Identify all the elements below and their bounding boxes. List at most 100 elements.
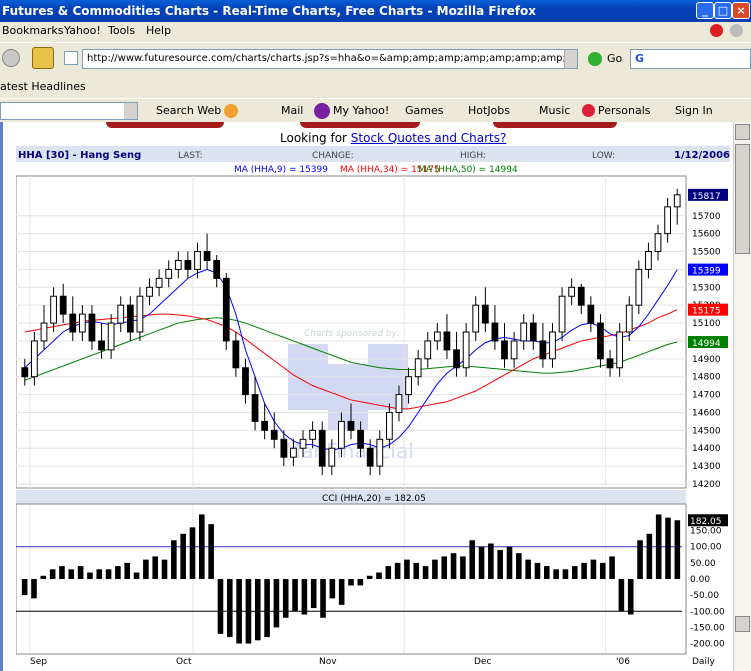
url-input[interactable]: http://www.futuresource.com/charts/chart… (82, 49, 578, 69)
date-axis-label: '06 (616, 657, 630, 666)
yahoo-my-yahoo[interactable]: My Yahoo! (333, 104, 389, 117)
candle-body (510, 340, 518, 360)
candle-body (270, 429, 278, 440)
go-button[interactable]: Go (607, 52, 622, 65)
price-tick-label: 15300 (692, 283, 721, 293)
cci-bar (404, 559, 410, 579)
candle-body (366, 447, 374, 467)
cci-bar (87, 572, 93, 579)
candle-body (597, 322, 604, 360)
candle-body (155, 277, 163, 288)
url-dropdown-chevron-down-icon[interactable] (564, 50, 577, 68)
cci-bar (516, 553, 522, 579)
stop-icon[interactable] (2, 49, 20, 67)
cci-bar (478, 546, 485, 579)
looking-for-label: Looking for (280, 131, 351, 145)
candle-body (299, 438, 307, 449)
cci-bar (637, 540, 643, 579)
nav-tab-shape (300, 122, 420, 128)
nav-tab-shape (493, 122, 617, 128)
yahoo-toolbar: Search Web Mail My Yahoo! Games HotJobs … (0, 98, 751, 122)
candle-body (539, 340, 547, 360)
vertical-scrollbar[interactable] (733, 122, 751, 671)
ma9-badge-text: 15399 (692, 267, 721, 277)
cci-bar (357, 579, 364, 586)
candle-body (174, 259, 182, 270)
cci-bar (59, 566, 65, 579)
cci-bar (469, 540, 476, 579)
candle-body (194, 251, 201, 270)
candle-body (501, 340, 508, 360)
candle-body (357, 429, 364, 449)
close-window-button[interactable]: × (732, 2, 750, 19)
search-input[interactable]: G (630, 49, 751, 69)
ma50-legend: MA (HHA,50) = 14994 (418, 165, 518, 175)
cci-bar (460, 556, 466, 579)
heart-icon (582, 104, 595, 117)
cci-bar (581, 562, 587, 579)
yahoo-search-chevron-down-icon[interactable] (124, 103, 137, 119)
scroll-up-button[interactable] (735, 124, 750, 140)
chart-title: HHA [30] - Hang Seng (18, 150, 141, 161)
scroll-thumb[interactable] (735, 144, 750, 254)
last-label: LAST: (178, 151, 203, 161)
chart-date: 1/12/2006 (674, 150, 730, 161)
minimize-button[interactable]: _ (696, 2, 714, 19)
candle-body (616, 331, 624, 369)
throbber-icon (730, 24, 743, 37)
maximize-button[interactable]: □ (714, 2, 732, 19)
cci-bar (264, 579, 270, 638)
candle-body (126, 304, 134, 333)
yahoo-music[interactable]: Music (539, 104, 570, 117)
high-label: HIGH: (460, 151, 486, 161)
go-icon[interactable] (588, 52, 602, 66)
candle-body (414, 358, 422, 378)
home-icon[interactable] (32, 47, 54, 69)
menu-help[interactable]: Help (146, 24, 171, 37)
price-tick-label: 14800 (692, 373, 721, 383)
yahoo-search-web[interactable]: Search Web (156, 104, 221, 117)
cci-axis: -200.00 -150.00 -100.00 -50.00 0.00 50.00 100.… (690, 527, 725, 650)
candle-body (606, 358, 614, 369)
headlines-link[interactable]: atest Headlines (0, 80, 86, 93)
menu-bar: Bookmarks Yahoo! Tools Help (0, 22, 751, 40)
price-tick-label: 14900 (692, 355, 721, 365)
date-axis: Sep Oct Nov Dec '06 Daily (30, 657, 715, 666)
nav-tab-shape (106, 122, 224, 128)
ma50-badge-text: 14994 (692, 339, 721, 349)
candle-body (69, 313, 77, 333)
chart-frame: HHA [30] - Hang Seng LAST: CHANGE: HIGH:… (16, 146, 730, 666)
candle-body (558, 295, 566, 333)
candle-body (21, 367, 29, 378)
yahoo-games[interactable]: Games (405, 104, 443, 117)
cci-bar (226, 579, 233, 638)
cci-bar (208, 524, 214, 579)
menu-yahoo[interactable]: Yahoo! (64, 24, 101, 37)
yahoo-personals[interactable]: Personals (598, 104, 651, 117)
candle-body (645, 251, 652, 270)
candle-body (654, 233, 662, 253)
menu-bookmarks[interactable]: Bookmarks (2, 24, 63, 37)
compass-icon[interactable] (224, 104, 238, 118)
left-sidebar-edge (0, 122, 3, 671)
scroll-down-button[interactable] (735, 616, 750, 632)
cci-bar (627, 579, 634, 615)
sponsor-text: Charts sponsored by: (304, 329, 400, 339)
menu-tools[interactable]: Tools (108, 24, 135, 37)
cci-bar (180, 533, 186, 579)
window-title: Futures & Commodities Charts - Real-Time… (2, 4, 536, 18)
price-tick-label: 14200 (692, 480, 721, 490)
yahoo-search-input[interactable] (0, 102, 138, 120)
candle-body (347, 420, 355, 431)
yahoo-sign-in[interactable]: Sign In (675, 104, 713, 117)
stop-loading-icon[interactable] (710, 24, 723, 37)
price-tick-label: 14400 (692, 444, 721, 454)
candle-body (481, 304, 489, 324)
cci-bar (674, 520, 681, 579)
cci-tick-label: 100.00 (690, 543, 722, 553)
candle-body (309, 429, 317, 440)
cci-bar (394, 562, 401, 579)
stock-quotes-link[interactable]: Stock Quotes and Charts? (351, 131, 507, 145)
yahoo-hotjobs[interactable]: HotJobs (468, 104, 510, 117)
yahoo-mail[interactable]: Mail (281, 104, 303, 117)
